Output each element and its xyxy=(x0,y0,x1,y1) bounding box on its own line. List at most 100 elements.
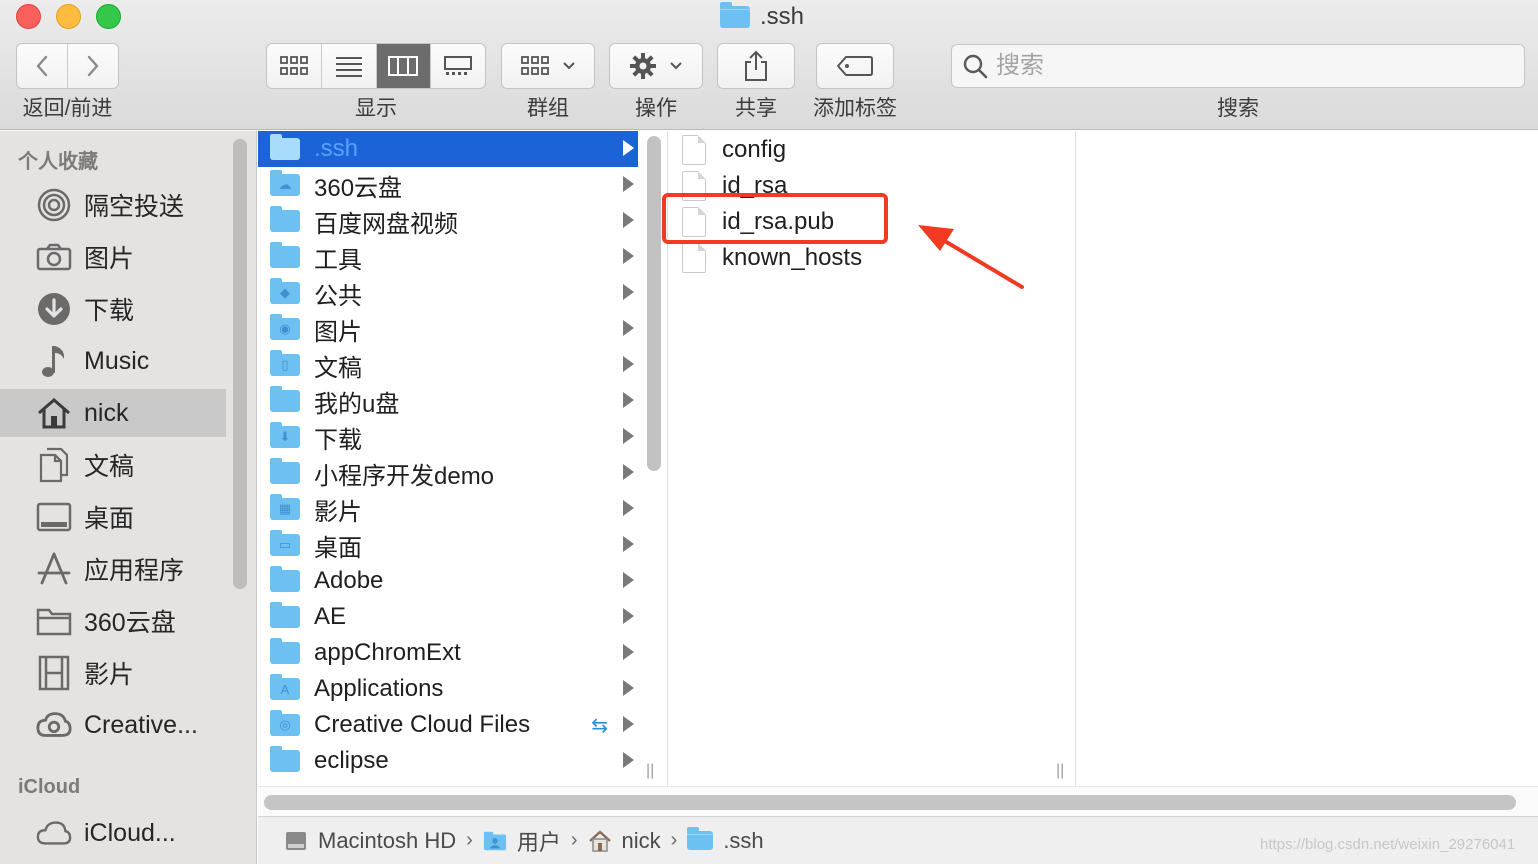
group-button[interactable] xyxy=(501,43,595,89)
list-item-appchromext[interactable]: appChromExt xyxy=(258,635,638,671)
sidebar-item-applications[interactable]: 应用程序 xyxy=(0,545,226,593)
disclosure-arrow-icon xyxy=(623,716,634,732)
path-segment-users[interactable]: 用户 xyxy=(517,825,561,857)
sidebar-item-360-cloud[interactable]: 360云盘 xyxy=(0,597,226,645)
disclosure-arrow-icon xyxy=(623,320,634,336)
list-item-public[interactable]: ◆ 公共 xyxy=(258,275,638,311)
window-title-text: .ssh xyxy=(760,3,805,30)
sidebar-item-label: 桌面 xyxy=(84,505,135,533)
list-item-tools[interactable]: 工具 xyxy=(258,239,638,275)
list-item-label: 图片 xyxy=(314,318,362,346)
disclosure-arrow-icon xyxy=(623,680,634,696)
disclosure-arrow-icon xyxy=(623,212,634,228)
icloud-header: iCloud xyxy=(18,776,81,798)
horizontal-scrollbar-thumb[interactable] xyxy=(264,795,1516,810)
column-resize-handle[interactable]: || xyxy=(646,762,654,780)
sidebar-item-label: 影片 xyxy=(84,661,135,689)
sidebar-scrollbar[interactable] xyxy=(233,139,247,589)
path-segment-nick[interactable]: nick xyxy=(622,828,661,854)
list-item-ssh[interactable]: .ssh xyxy=(258,131,638,167)
column-view-button[interactable] xyxy=(376,44,432,88)
zoom-window-button[interactable] xyxy=(96,4,121,29)
folder-icon xyxy=(687,827,714,850)
action-button[interactable] xyxy=(609,43,703,89)
list-item-label: 影片 xyxy=(314,498,362,526)
list-item-360-cloud[interactable]: ☁ 360云盘 xyxy=(258,167,638,203)
watermark-text: https://blog.csdn.net/weixin_29276041 xyxy=(1260,836,1516,853)
sidebar-item-documents[interactable]: 文稿 xyxy=(0,441,226,489)
movies-folder-icon: ▦ xyxy=(270,494,300,520)
hard-drive-icon xyxy=(284,829,308,853)
list-item-eclipse[interactable]: eclipse xyxy=(258,743,638,779)
sidebar-item-creative-cloud[interactable]: Creative... xyxy=(0,701,226,749)
file-item-label: config xyxy=(722,136,787,163)
list-item-desktop[interactable]: ▭ 桌面 xyxy=(258,527,638,563)
back-forward-control xyxy=(16,43,119,89)
applications-folder-icon: A xyxy=(270,674,300,700)
path-segment-ssh[interactable]: .ssh xyxy=(723,828,763,854)
list-icon xyxy=(335,57,362,77)
list-item-miniprogram-demo[interactable]: 小程序开发demo xyxy=(258,455,638,491)
list-item-adobe[interactable]: Adobe xyxy=(258,563,638,599)
column-resize-handle[interactable]: || xyxy=(1056,762,1064,780)
folder-icon xyxy=(270,602,300,628)
list-item-label: appChromExt xyxy=(314,639,461,666)
tag-icon xyxy=(837,56,873,76)
disclosure-arrow-icon xyxy=(623,284,634,300)
list-item-label: 小程序开发demo xyxy=(314,462,495,490)
sidebar-item-nick[interactable]: nick xyxy=(0,389,226,437)
search-input[interactable] xyxy=(996,52,1496,80)
back-button[interactable] xyxy=(17,44,68,88)
search-field[interactable] xyxy=(951,44,1525,88)
list-item-movies[interactable]: ▦ 影片 xyxy=(258,491,638,527)
list-item-creative-cloud-files[interactable]: ◎ Creative Cloud Files ⇆ xyxy=(258,707,638,743)
disclosure-arrow-icon xyxy=(623,572,634,588)
minimize-window-button[interactable] xyxy=(56,4,81,29)
airdrop-icon xyxy=(36,187,72,223)
sidebar-item-movies[interactable]: 影片 xyxy=(0,649,226,697)
list-item-baidu-videos[interactable]: 百度网盘视频 xyxy=(258,203,638,239)
file-item-known-hosts[interactable]: known_hosts xyxy=(682,240,862,276)
sidebar-item-pictures[interactable]: 图片 xyxy=(0,233,226,281)
share-button[interactable] xyxy=(717,43,795,89)
column-scrollbar[interactable] xyxy=(647,136,661,471)
desktop-folder-icon: ▭ xyxy=(270,530,300,556)
gallery-view-button[interactable] xyxy=(431,44,485,88)
list-item-label: 我的u盘 xyxy=(314,390,400,418)
close-window-button[interactable] xyxy=(16,4,41,29)
columns-icon xyxy=(388,56,419,76)
icon-view-button[interactable] xyxy=(267,44,322,88)
path-segment-macintosh-hd[interactable]: Macintosh HD xyxy=(318,828,456,854)
view-switcher xyxy=(266,43,486,89)
list-item-applications[interactable]: A Applications xyxy=(258,671,638,707)
share-label: 共享 xyxy=(735,97,777,120)
downloads-folder-icon: ⬇ xyxy=(270,422,300,448)
annotation-highlight-box xyxy=(662,193,888,244)
list-item-ae[interactable]: AE xyxy=(258,599,638,635)
add-tags-button[interactable] xyxy=(816,43,894,89)
home-icon xyxy=(36,395,72,431)
horizontal-scrollbar[interactable] xyxy=(258,786,1538,816)
sidebar-item-downloads[interactable]: 下载 xyxy=(0,285,226,333)
sidebar-item-desktop[interactable]: 桌面 xyxy=(0,493,226,541)
nav-label: 返回/前进 xyxy=(22,97,113,120)
sidebar-item-airdrop[interactable]: 隔空投送 xyxy=(0,181,226,229)
list-item-my-usb[interactable]: 我的u盘 xyxy=(258,383,638,419)
disclosure-arrow-icon xyxy=(623,356,634,372)
forward-button[interactable] xyxy=(68,44,118,88)
sidebar-item-label: 360云盘 xyxy=(84,609,176,637)
list-item-pictures[interactable]: ◉ 图片 xyxy=(258,311,638,347)
sidebar-item-label: iCloud... xyxy=(84,818,176,847)
path-separator-icon: › xyxy=(670,829,678,851)
desktop-icon xyxy=(36,499,72,535)
list-item-downloads[interactable]: ⬇ 下载 xyxy=(258,419,638,455)
sidebar-item-music[interactable]: Music xyxy=(0,337,226,385)
disclosure-arrow-icon xyxy=(623,608,634,624)
list-view-button[interactable] xyxy=(322,44,377,88)
list-item-label: AE xyxy=(314,603,347,630)
annotation-arrow-icon xyxy=(918,225,1024,289)
camera-icon xyxy=(36,239,72,275)
sidebar-item-icloud-drive[interactable]: iCloud... xyxy=(0,809,226,857)
file-item-config[interactable]: config xyxy=(682,132,786,168)
list-item-documents[interactable]: ▯ 文稿 xyxy=(258,347,638,383)
